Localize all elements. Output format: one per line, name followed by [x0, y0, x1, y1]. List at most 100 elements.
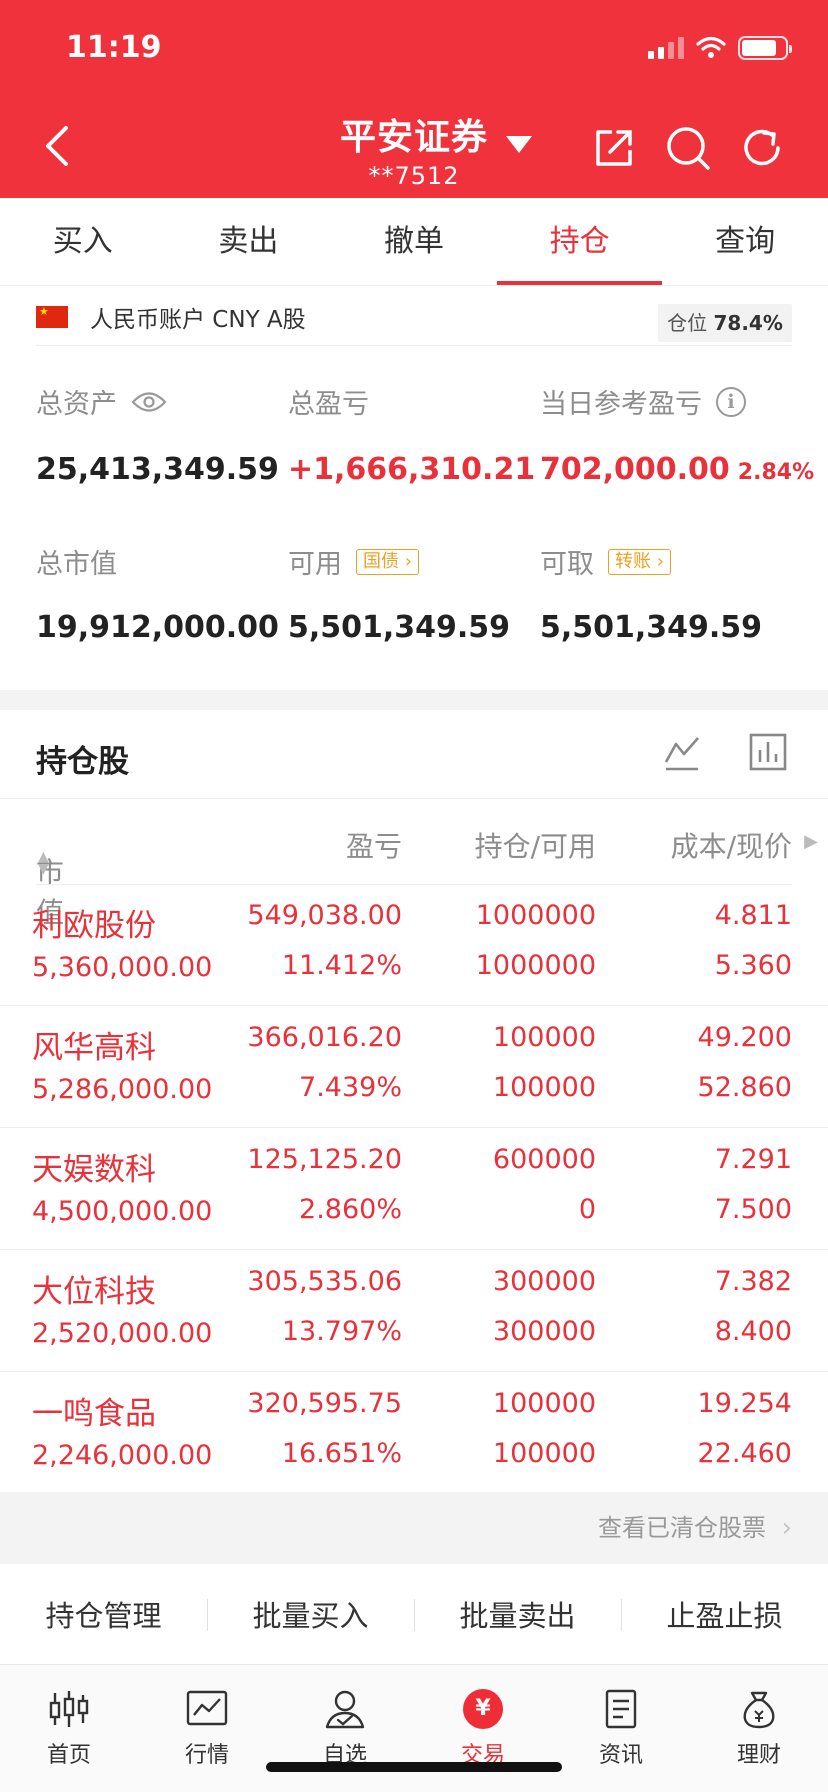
- money-bag-icon: [743, 1691, 775, 1729]
- status-time: 11:19: [66, 30, 162, 65]
- stock-cost: 4.811: [714, 900, 792, 931]
- tab-positions[interactable]: 持仓: [496, 198, 663, 285]
- wifi-icon: [696, 36, 726, 58]
- column-cost-price[interactable]: 成本/现价: [671, 825, 792, 865]
- sort-icon[interactable]: ▲ ▼: [38, 850, 49, 876]
- stock-pl-percent: 13.797%: [281, 1316, 402, 1347]
- total-pl-label: 总盈亏: [288, 389, 369, 420]
- search-icon[interactable]: [664, 124, 712, 172]
- stock-price: 8.400: [714, 1316, 792, 1347]
- stock-market-value: 2,246,000.00: [32, 1440, 213, 1471]
- view-cleared-stocks-link[interactable]: 查看已清仓股票 ›: [0, 1492, 828, 1564]
- holding-row[interactable]: 大位科技 2,520,000.00 305,535.06 13.797% 300…: [0, 1250, 828, 1372]
- daily-pl-value: 702,000.00 2.84%: [540, 452, 815, 487]
- transfer-tag[interactable]: 转账 ›: [608, 548, 671, 575]
- daily-pl-label: 当日参考盈亏 i: [540, 382, 746, 421]
- stock-market-value: 5,286,000.00: [32, 1074, 213, 1105]
- stock-pl: 305,535.06: [247, 1266, 402, 1297]
- available-label: 可用 国债 ›: [288, 542, 419, 581]
- bottom-nav: 首页 行情 自选 ¥ 交易 资讯 理财: [0, 1664, 828, 1792]
- account-line: 人民币账户 CNY A股 仓位 78.4%: [36, 286, 792, 346]
- yuan-icon: ¥: [463, 1689, 503, 1729]
- document-icon: [605, 1689, 637, 1729]
- tab-sell[interactable]: 卖出: [166, 198, 332, 285]
- holding-actions: 持仓管理 批量买入 批量卖出 止盈止损: [0, 1564, 828, 1664]
- position-management-button[interactable]: 持仓管理: [0, 1593, 207, 1635]
- account-label: 人民币账户 CNY A股: [90, 307, 306, 333]
- info-icon[interactable]: i: [716, 386, 746, 417]
- trade-tabs: 买入 卖出 撤单 持仓 查询: [0, 198, 828, 286]
- nav-wealth[interactable]: 理财: [690, 1665, 828, 1792]
- holdings-column-header: 市值 ▲ ▼ 盈亏 持仓/可用 成本/现价 ▶: [0, 798, 828, 929]
- available-value: 5,501,349.59: [288, 610, 511, 645]
- treasury-bond-tag[interactable]: 国债 ›: [356, 548, 419, 575]
- total-assets-label: 总资产: [36, 382, 167, 421]
- stock-available: 100000: [492, 1438, 596, 1469]
- nav-trade[interactable]: ¥ 交易: [414, 1665, 552, 1792]
- withdrawable-value: 5,501,349.59: [540, 610, 763, 645]
- holdings-list: 利欧股份 5,360,000.00 549,038.00 11.412% 100…: [0, 884, 828, 1494]
- stock-pl-percent: 16.651%: [281, 1438, 402, 1469]
- holding-row[interactable]: 风华高科 5,286,000.00 366,016.20 7.439% 1000…: [0, 1006, 828, 1128]
- batch-sell-button[interactable]: 批量卖出: [414, 1593, 621, 1635]
- stock-name: 天娱数科: [32, 1152, 156, 1188]
- chart-icon: [186, 1690, 228, 1726]
- nav-watchlist[interactable]: 自选: [276, 1665, 414, 1792]
- stock-cost: 7.291: [714, 1144, 792, 1175]
- stock-available: 0: [578, 1194, 596, 1225]
- stock-cost: 7.382: [714, 1266, 792, 1297]
- stock-name: 大位科技: [32, 1274, 156, 1310]
- stock-position: 100000: [492, 1388, 596, 1419]
- tab-cancel-order[interactable]: 撤单: [331, 198, 497, 285]
- share-icon[interactable]: [590, 124, 638, 172]
- eye-icon[interactable]: [131, 391, 167, 413]
- nav-market[interactable]: 行情: [138, 1665, 276, 1792]
- holding-row[interactable]: 利欧股份 5,360,000.00 549,038.00 11.412% 100…: [0, 884, 828, 1006]
- nav-news[interactable]: 资讯: [552, 1665, 690, 1792]
- withdrawable-label: 可取 转账 ›: [540, 542, 671, 581]
- candlestick-icon: [49, 1691, 89, 1727]
- line-chart-icon[interactable]: [662, 732, 702, 772]
- market-value-label: 总市值: [36, 549, 117, 580]
- bar-chart-icon[interactable]: [748, 732, 788, 772]
- stock-name: 风华高科: [32, 1030, 156, 1066]
- stock-available: 1000000: [475, 950, 596, 981]
- stock-market-value: 2,520,000.00: [32, 1318, 213, 1349]
- tab-buy[interactable]: 买入: [0, 198, 166, 285]
- stock-price: 22.460: [697, 1438, 792, 1469]
- stock-pl: 125,125.20: [247, 1144, 402, 1175]
- stock-name: 一鸣食品: [32, 1396, 156, 1432]
- stock-position: 100000: [492, 1022, 596, 1053]
- caret-down-icon[interactable]: [506, 136, 532, 153]
- scroll-right-icon[interactable]: ▶: [804, 831, 818, 852]
- home-indicator: [266, 1762, 562, 1772]
- position-ratio-badge: 仓位 78.4%: [658, 304, 792, 342]
- tab-query[interactable]: 查询: [662, 198, 828, 285]
- stock-position: 600000: [492, 1144, 596, 1175]
- stock-cost: 49.200: [697, 1022, 792, 1053]
- stock-pl: 366,016.20: [247, 1022, 402, 1053]
- stock-available: 100000: [492, 1072, 596, 1103]
- chevron-right-icon: ›: [781, 1513, 792, 1543]
- stock-pl-percent: 2.860%: [299, 1194, 402, 1225]
- batch-buy-button[interactable]: 批量买入: [207, 1593, 414, 1635]
- status-icons: [648, 36, 792, 60]
- position-label: 仓位: [667, 311, 708, 335]
- holding-row[interactable]: 一鸣食品 2,246,000.00 320,595.75 16.651% 100…: [0, 1372, 828, 1494]
- total-assets-value: 25,413,349.59: [36, 452, 279, 487]
- stock-pl-percent: 11.412%: [281, 950, 402, 981]
- stock-name: 利欧股份: [32, 908, 156, 944]
- china-flag-icon: [36, 305, 68, 328]
- stock-pl: 549,038.00: [247, 900, 402, 931]
- column-position[interactable]: 持仓/可用: [475, 825, 596, 865]
- stock-position: 300000: [492, 1266, 596, 1297]
- take-profit-stop-loss-button[interactable]: 止盈止损: [621, 1593, 828, 1635]
- holding-row[interactable]: 天娱数科 4,500,000.00 125,125.20 2.860% 6000…: [0, 1128, 828, 1250]
- refresh-icon[interactable]: [738, 124, 786, 172]
- stock-price: 5.360: [714, 950, 792, 981]
- total-pl-value: +1,666,310.21: [288, 452, 536, 487]
- top-bar: 11:19 平安证券 **7512: [0, 0, 828, 198]
- column-pl[interactable]: 盈亏: [346, 825, 402, 865]
- user-check-icon: [325, 1690, 365, 1729]
- nav-home[interactable]: 首页: [0, 1665, 138, 1792]
